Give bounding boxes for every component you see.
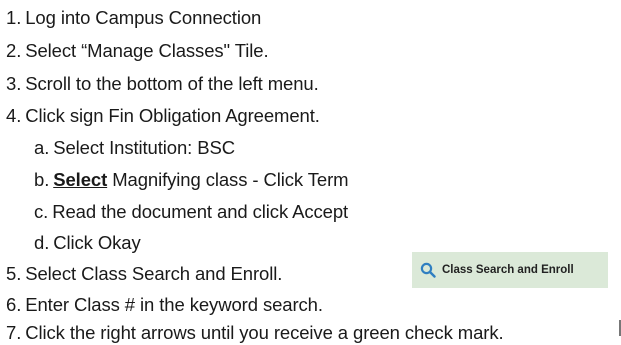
substep-text: Magnifying class - Click Term [107,169,349,190]
step-text: Enter Class # in the keyword search. [25,294,323,315]
substep-emphasis: Select [53,169,108,190]
step-text: Click the right arrows until you receive… [25,322,504,343]
step-1: 1. Log into Campus Connection [6,7,261,29]
step-number: 2. [6,40,22,61]
step-number: 1. [6,7,22,28]
step-number: 5. [6,263,22,284]
substep-b: b. Select Magnifying class - Click Term [34,169,349,191]
substep-d: d. Click Okay [34,232,141,254]
step-7: 7. Click the right arrows until you recei… [6,322,504,344]
step-number: 4. [6,105,22,126]
search-icon [420,262,436,278]
substep-letter: c. [34,201,49,222]
substep-text: Click Okay [53,232,141,253]
step-number: 6. [6,294,22,315]
step-number: 7. [6,322,22,343]
substep-letter: a. [34,137,50,158]
substep-letter: b. [34,169,50,190]
instructions-document: 1. Log into Campus Connection 2. Select “M… [0,0,621,345]
step-text: Log into Campus Connection [25,7,262,28]
step-text: Click sign Fin Obligation Agreement. [25,105,320,126]
class-search-button-label: Class Search and Enroll [442,264,574,276]
step-number: 3. [6,73,22,94]
step-4: 4. Click sign Fin Obligation Agreement. [6,105,320,127]
step-text: Select Class Search and Enroll. [25,263,283,284]
substep-a: a. Select Institution: BSC [34,137,235,159]
substep-letter: d. [34,232,50,253]
step-2: 2. Select “Manage Classes" Tile. [6,40,269,62]
substep-c: c. Read the document and click Accept [34,201,348,223]
substep-text: Select Institution: BSC [53,137,235,158]
step-3: 3. Scroll to the bottom of the left menu. [6,73,319,95]
step-text: Select “Manage Classes" Tile. [25,40,269,61]
step-5: 5. Select Class Search and Enroll. [6,263,282,285]
step-text: Scroll to the bottom of the left menu. [25,73,319,94]
substep-text: Read the document and click Accept [52,201,349,222]
step-6: 6. Enter Class # in the keyword search. [6,294,323,316]
class-search-and-enroll-button[interactable]: Class Search and Enroll [412,252,608,288]
